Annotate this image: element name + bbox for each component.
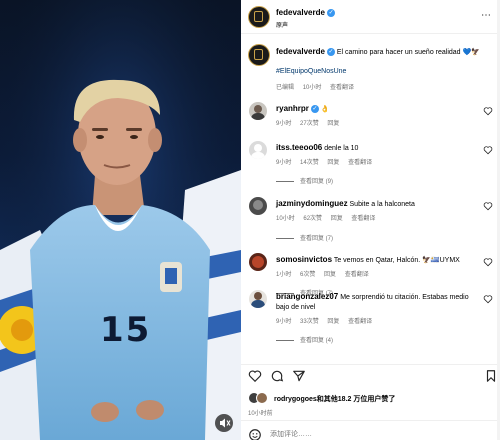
comment-text: 👌	[320, 106, 330, 113]
replies-divider	[276, 237, 294, 239]
more-options-icon[interactable]: ⋯	[481, 10, 492, 21]
verified-badge-icon: ✓	[326, 48, 335, 57]
translate-link[interactable]: 查看翻译	[348, 319, 372, 325]
jersey-number: 15	[100, 310, 152, 350]
caption-hashtag[interactable]: #ElEquipoQueNosUne	[276, 68, 346, 75]
verified-badge-icon: ✓	[327, 8, 336, 17]
player-figure	[0, 0, 241, 440]
caption-text: El camino para hacer un sueño realidad 💙…	[336, 49, 480, 56]
comment-input[interactable]	[270, 427, 470, 440]
post-actions-bar: rodrygogoes和其他18.2 万位用户赞了 10小时前	[241, 364, 500, 440]
post-header: fedevalverde ✓ 原声 ⋯	[241, 0, 500, 34]
caption-translate-link[interactable]: 查看翻译	[330, 85, 354, 91]
heart-icon[interactable]	[483, 106, 493, 116]
bookmark-icon[interactable]	[484, 369, 498, 383]
comment-time: 9小时	[276, 160, 292, 166]
divider	[241, 420, 500, 421]
comment-likes[interactable]: 33次赞	[300, 319, 319, 325]
comment-time: 1小时	[276, 272, 292, 278]
comment-text: Subite a la halconeta	[349, 201, 415, 208]
reply-link[interactable]: 回复	[327, 160, 339, 166]
audio-label[interactable]: 原声	[276, 20, 288, 29]
reply-link[interactable]: 回复	[327, 319, 339, 325]
reply-link[interactable]: 回复	[331, 216, 343, 222]
translate-link[interactable]: 查看翻译	[348, 160, 372, 166]
post-video[interactable]: 15	[0, 0, 241, 440]
heart-icon[interactable]	[483, 201, 493, 211]
replies-divider	[276, 339, 294, 341]
comment-username[interactable]: somosinvictos	[276, 255, 332, 264]
comment-username[interactable]: ryanhrpr	[276, 104, 309, 113]
comment-text: denle la 10	[324, 145, 359, 152]
comment-likes[interactable]: 27次赞	[300, 121, 319, 127]
comment-time: 10小时	[276, 216, 295, 222]
comment-username[interactable]: itss.teeoo06	[276, 143, 322, 152]
comment-icon[interactable]	[270, 369, 284, 383]
translate-link[interactable]: 查看翻译	[345, 272, 369, 278]
heart-icon[interactable]	[483, 294, 493, 304]
liker-avatar[interactable]	[256, 392, 268, 404]
replies-divider	[276, 180, 294, 182]
comment-avatar[interactable]	[249, 102, 267, 120]
comment-username[interactable]: briangonzalez07	[276, 292, 338, 301]
speaker-icon	[220, 418, 231, 428]
caption-username[interactable]: fedevalverde	[276, 47, 325, 56]
heart-icon[interactable]	[248, 369, 262, 383]
comment-time: 9小时	[276, 319, 292, 325]
caption-edited: 已编辑	[276, 85, 295, 91]
view-replies-link[interactable]: 查看回复 (9)	[276, 176, 333, 185]
author-avatar[interactable]	[248, 6, 270, 28]
comment-username[interactable]: jazminydominguez	[276, 199, 348, 208]
comment-avatar[interactable]	[249, 290, 267, 308]
comment-likes[interactable]: 6次赞	[300, 272, 315, 278]
comment-likes[interactable]: 14次赞	[300, 160, 319, 166]
author-username[interactable]: fedevalverde	[276, 8, 325, 17]
caption-avatar[interactable]	[248, 44, 270, 66]
comment-text: Te vemos en Qatar, Halcón. 🦅🇺🇾UYMX	[333, 257, 460, 264]
comment-avatar[interactable]	[249, 141, 267, 159]
emoji-icon[interactable]	[248, 428, 262, 440]
translate-link[interactable]: 查看翻译	[351, 216, 375, 222]
heart-icon[interactable]	[483, 145, 493, 155]
view-replies-link[interactable]: 查看回复 (7)	[276, 233, 333, 242]
comment-avatar[interactable]	[249, 197, 267, 215]
reply-link[interactable]: 回复	[327, 121, 339, 127]
comment-time: 9小时	[276, 121, 292, 127]
sound-toggle-button[interactable]	[215, 414, 233, 432]
reply-link[interactable]: 回复	[324, 272, 336, 278]
liked-by-text[interactable]: rodrygogoes和其他18.2 万位用户赞了	[274, 394, 395, 404]
verified-badge-icon: ✓	[310, 105, 319, 114]
heart-icon[interactable]	[483, 257, 493, 267]
view-replies-link[interactable]: 查看回复 (4)	[276, 335, 333, 344]
post-time: 10小时前	[248, 411, 273, 417]
comment-likes[interactable]: 62次赞	[303, 216, 322, 222]
share-icon[interactable]	[292, 369, 306, 383]
post-sidebar: fedevalverde ✓ 原声 ⋯ fedevalverde ✓ El ca…	[241, 0, 500, 440]
caption-time: 10小时	[302, 85, 322, 91]
comment-avatar[interactable]	[249, 253, 267, 271]
